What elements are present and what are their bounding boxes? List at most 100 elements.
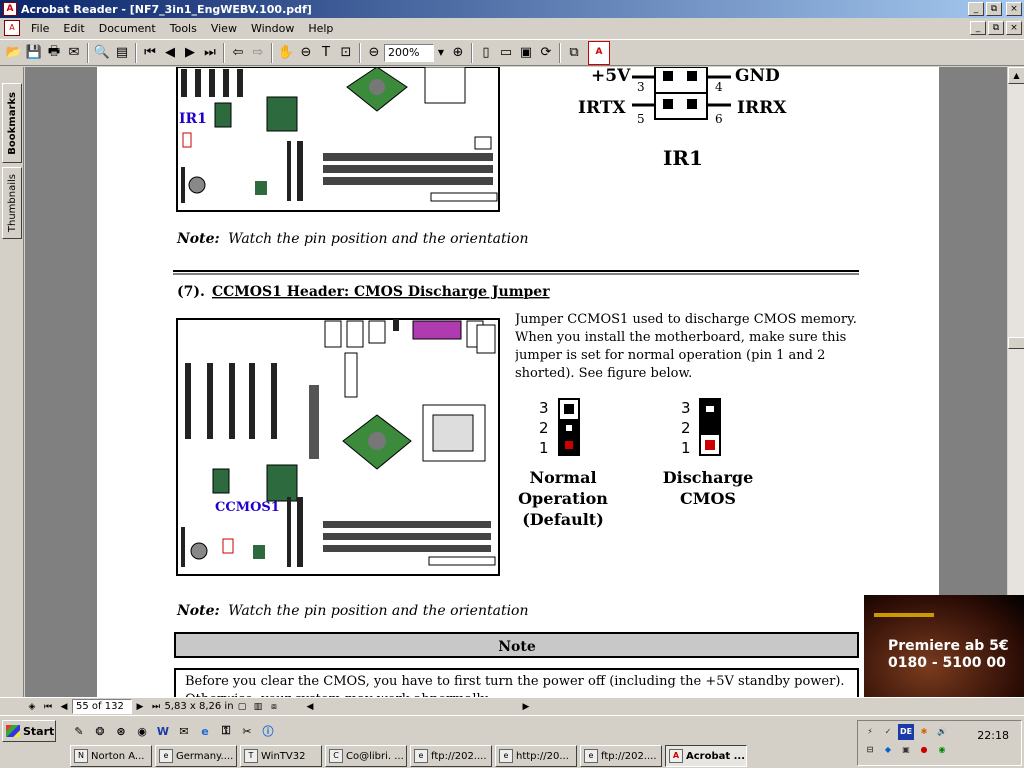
rotate-view-icon[interactable]: ⟳ xyxy=(536,43,556,63)
find-icon[interactable]: 🔍 xyxy=(92,43,112,63)
page-number-field[interactable]: 55 of 132 xyxy=(72,699,132,714)
next-page-icon[interactable]: ▶ xyxy=(180,43,200,63)
go-forward-icon[interactable]: ⇨ xyxy=(248,43,268,63)
actual-size-icon[interactable]: ▯ xyxy=(476,43,496,63)
jumper-discharge-pin-1: 1 xyxy=(681,439,691,457)
previous-page-icon[interactable]: ◀ xyxy=(160,43,180,63)
menu-view[interactable]: View xyxy=(204,22,244,35)
scroll-thumb[interactable] xyxy=(1008,337,1024,349)
section-title: CCMOS1 Header: CMOS Discharge Jumper xyxy=(212,284,550,300)
task-icon: T xyxy=(244,749,258,763)
tray-icon-4[interactable]: ✱ xyxy=(916,724,932,740)
ql-icon-4[interactable]: ◉ xyxy=(133,722,151,740)
facing-icon[interactable]: ⧈ xyxy=(266,699,282,715)
doc-minimize-button[interactable]: _ xyxy=(970,21,986,35)
doc-restore-button[interactable]: ⧉ xyxy=(988,21,1004,35)
task-http[interactable]: e http://20... xyxy=(495,745,577,767)
note-1: Note: Watch the pin position and the ori… xyxy=(176,231,529,247)
internet-explorer-icon[interactable]: e xyxy=(196,722,214,740)
status-next-page-icon[interactable]: ▶ xyxy=(132,699,148,715)
ql-icon-1[interactable]: ✎ xyxy=(70,722,88,740)
ql-icon-3[interactable]: ⊛ xyxy=(112,722,130,740)
task-germany[interactable]: e Germany.... xyxy=(155,745,237,767)
info-icon[interactable]: ⓘ xyxy=(259,722,277,740)
go-back-icon[interactable]: ⇦ xyxy=(228,43,248,63)
document-icon[interactable]: A xyxy=(4,20,20,36)
ql-icon-8[interactable]: ⚿ xyxy=(217,722,235,740)
tray-icon-1[interactable]: ⚡ xyxy=(862,724,878,740)
tray-icon-10[interactable]: ◉ xyxy=(934,742,950,758)
hscroll-left-icon[interactable]: ◀ xyxy=(302,699,318,715)
hand-tool-icon[interactable]: ✋ xyxy=(276,43,296,63)
tray-icon-7[interactable]: ◆ xyxy=(880,742,896,758)
zoom-field[interactable]: 200% xyxy=(384,43,434,62)
ql-icon-2[interactable]: ❂ xyxy=(91,722,109,740)
last-page-icon[interactable]: ⏭ xyxy=(200,43,220,63)
menu-document[interactable]: Document xyxy=(92,22,163,35)
task-wintv32[interactable]: T WinTV32 xyxy=(240,745,322,767)
menu-edit[interactable]: Edit xyxy=(56,22,91,35)
doc-close-button[interactable]: × xyxy=(1006,21,1022,35)
save-icon[interactable]: 💾 xyxy=(24,43,44,63)
task-colibri[interactable]: C Co@libri. ... xyxy=(325,745,407,767)
zoom-in-icon[interactable]: ⊕ xyxy=(448,43,468,63)
start-button[interactable]: Start xyxy=(2,720,56,742)
menu-window[interactable]: Window xyxy=(244,22,301,35)
nav-pane-toggle-icon[interactable]: ◈ xyxy=(24,699,40,715)
tray-icon-9[interactable]: ● xyxy=(916,742,932,758)
close-button[interactable]: × xyxy=(1006,2,1022,16)
status-first-page-icon[interactable]: ⏮ xyxy=(40,699,56,715)
tray-icon-2[interactable]: ✓ xyxy=(880,724,896,740)
volume-icon[interactable]: 🔊 xyxy=(934,724,950,740)
text-select-tool-icon[interactable]: T xyxy=(316,43,336,63)
zoom-tool-icon[interactable]: ⊖ xyxy=(296,43,316,63)
tasks-icon[interactable]: ⧉ xyxy=(564,43,584,63)
single-page-icon[interactable]: ▢ xyxy=(234,699,250,715)
minimize-button[interactable]: _ xyxy=(968,2,984,16)
menu-tools[interactable]: Tools xyxy=(163,22,204,35)
fit-width-icon[interactable]: ▣ xyxy=(516,43,536,63)
pdf-page: IR1 +5V GND IRTX IRRX 3 4 5 6 IR1 Note: … xyxy=(97,67,939,697)
board-label-ccmos1: CCMOS1 xyxy=(215,500,280,515)
language-indicator[interactable]: DE xyxy=(898,724,914,740)
word-icon[interactable]: W xyxy=(154,722,172,740)
tab-thumbnails[interactable]: Thumbnails xyxy=(2,167,22,239)
task-acrobat[interactable]: A Acrobat ... xyxy=(665,745,747,767)
tray-icon-6[interactable]: ⊟ xyxy=(862,742,878,758)
open-icon[interactable]: 📂 xyxy=(4,43,24,63)
ql-icon-9[interactable]: ✂ xyxy=(238,722,256,740)
maximize-button[interactable]: ⧉ xyxy=(986,2,1002,16)
zoom-dropdown-icon[interactable]: ▼ xyxy=(434,44,448,62)
scroll-up-icon[interactable]: ▲ xyxy=(1008,67,1024,84)
note-2-text: Watch the pin position and the orientati… xyxy=(228,603,528,619)
status-prev-page-icon[interactable]: ◀ xyxy=(56,699,72,715)
fit-page-icon[interactable]: ▭ xyxy=(496,43,516,63)
clock[interactable]: 22:18 xyxy=(977,729,1009,742)
task-icon: C xyxy=(329,749,343,763)
show-navigation-pane-icon[interactable]: ▤ xyxy=(112,43,132,63)
task-ftp-1[interactable]: e ftp://202.... xyxy=(410,745,492,767)
print-icon[interactable]: 🖶 xyxy=(44,43,64,63)
task-ftp-2[interactable]: e ftp://202.... xyxy=(580,745,662,767)
task-label: ftp://202.... xyxy=(601,750,657,762)
continuous-icon[interactable]: ▥ xyxy=(250,699,266,715)
ql-icon-6[interactable]: ✉ xyxy=(175,722,193,740)
snapshot-tool-icon[interactable]: ⊡ xyxy=(336,43,356,63)
note-2: Note: Watch the pin position and the ori… xyxy=(176,603,529,619)
ad-headline: Premiere ab 5€ xyxy=(888,638,1009,654)
menu-help[interactable]: Help xyxy=(301,22,340,35)
hscroll-right-icon[interactable]: ▶ xyxy=(518,699,534,715)
task-norton[interactable]: N Norton A... xyxy=(70,745,152,767)
email-icon[interactable]: ✉ xyxy=(64,43,84,63)
status-last-page-icon[interactable]: ⏭ xyxy=(148,699,164,715)
document-view[interactable]: IR1 +5V GND IRTX IRRX 3 4 5 6 IR1 Note: … xyxy=(25,67,1007,697)
jumper-discharge-label-1: Discharge xyxy=(663,468,754,487)
menu-file[interactable]: File xyxy=(24,22,56,35)
tray-icon-8[interactable]: ▣ xyxy=(898,742,914,758)
task-label: WinTV32 xyxy=(261,750,306,762)
first-page-icon[interactable]: ⏮ xyxy=(140,43,160,63)
zoom-out-icon[interactable]: ⊖ xyxy=(364,43,384,63)
acrobat-app-icon[interactable]: A xyxy=(3,2,17,16)
adobe-logo-icon[interactable]: A xyxy=(588,40,610,65)
tab-bookmarks[interactable]: Bookmarks xyxy=(2,83,22,163)
